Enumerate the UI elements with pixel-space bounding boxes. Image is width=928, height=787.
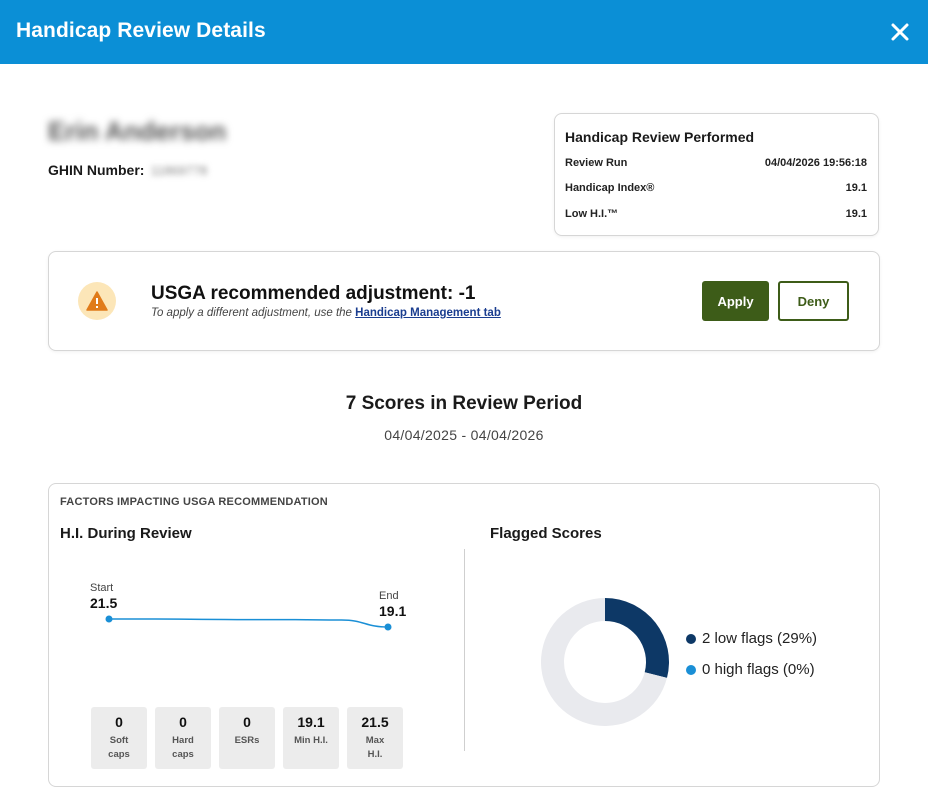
hi-line-chart: Start 21.5 End 19.1	[90, 582, 406, 631]
stat-label: Min H.I.	[294, 735, 328, 746]
end-value: 19.1	[379, 603, 406, 619]
modal-header: Handicap Review Details	[0, 0, 928, 64]
stat-max-hi: 21.5 Max H.I.	[347, 707, 403, 769]
stat-hard-caps: 0 Hard caps	[155, 707, 211, 769]
stat-min-hi: 19.1 Min H.I.	[283, 707, 339, 769]
flags-legend: 2 low flags (29%) 0 high flags (0%)	[686, 630, 817, 692]
handicap-index-label: Handicap Index®	[565, 182, 655, 194]
review-run-row: Review Run 04/04/2026 19:56:18	[565, 157, 867, 169]
review-card-title: Handicap Review Performed	[565, 129, 755, 145]
low-hi-value: 19.1	[845, 208, 867, 220]
start-label: Start	[90, 582, 113, 594]
modal-title: Handicap Review Details	[16, 19, 266, 42]
end-point	[384, 623, 392, 631]
stat-esrs: 0 ESRs	[219, 707, 275, 769]
legend-dot-high	[686, 664, 696, 675]
handicap-management-link[interactable]: Handicap Management tab	[355, 307, 501, 319]
hi-during-review-title: H.I. During Review	[60, 525, 192, 542]
flagged-scores-title: Flagged Scores	[490, 525, 602, 542]
legend-low-text: 2 low flags (29%)	[702, 630, 818, 647]
stat-soft-caps: 0 Soft caps	[91, 707, 147, 769]
low-hi-row: Low H.I.™ 19.1	[565, 208, 867, 220]
deny-button[interactable]: Deny	[778, 281, 849, 321]
warning-icon	[78, 282, 116, 320]
legend-high-text: 0 high flags (0%)	[702, 661, 815, 678]
section-divider	[464, 549, 465, 751]
adjustment-title: USGA recommended adjustment: -1	[151, 283, 476, 304]
start-point	[105, 615, 113, 623]
scores-heading: 7 Scores in Review Period	[345, 393, 583, 414]
low-hi-label: Low H.I.™	[565, 208, 619, 220]
ghin-value: 11869778	[150, 162, 208, 178]
stat-label: ESRs	[234, 735, 260, 746]
start-value: 21.5	[90, 595, 117, 611]
apply-button[interactable]: Apply	[702, 281, 769, 321]
ghin-label: GHIN Number:	[48, 162, 145, 178]
legend-dot-low	[686, 633, 696, 644]
adjustment-subtitle: To apply a different adjustment, use the…	[151, 307, 501, 319]
stat-label: Hard caps	[172, 735, 194, 760]
end-label: End	[379, 590, 399, 602]
stat-value: 19.1	[297, 714, 325, 730]
stat-value: 21.5	[361, 714, 389, 730]
stat-value: 0	[179, 714, 187, 730]
stat-value: 0	[115, 714, 123, 730]
golfer-name: Erin Anderson	[48, 116, 227, 146]
ghin-row: GHIN Number: 11869778	[48, 162, 207, 178]
handicap-index-value: 19.1	[845, 182, 867, 194]
flagged-scores-donut	[541, 598, 669, 726]
close-button[interactable]	[886, 18, 914, 46]
adjustment-subtitle-text: To apply a different adjustment, use the	[151, 307, 356, 319]
stats-row: 0 Soft caps 0 Hard caps 0 ESRs 19.1 Min H.…	[91, 707, 403, 769]
hi-series-line	[109, 618, 389, 628]
handicap-index-row: Handicap Index® 19.1	[565, 182, 867, 194]
donut-slice-0	[605, 598, 669, 678]
stat-label: Max H.I.	[365, 735, 385, 760]
close-icon[interactable]	[886, 18, 914, 46]
factors-title: FACTORS IMPACTING USGA RECOMMENDATION	[60, 496, 328, 508]
review-card: Handicap Review Performed Review Run 04/…	[554, 113, 879, 236]
legend-low-flags: 2 low flags (29%)	[686, 630, 817, 647]
legend-high-flags: 0 high flags (0%)	[686, 661, 817, 678]
factors-card: FACTORS IMPACTING USGA RECOMMENDATION H.…	[48, 483, 880, 787]
stat-value: 0	[243, 714, 251, 730]
stat-label: Soft caps	[108, 735, 130, 760]
review-run-label: Review Run	[565, 157, 628, 169]
scores-date-range: 04/04/2025 - 04/04/2026	[384, 427, 544, 443]
adjustment-card: USGA recommended adjustment: -1 To apply…	[48, 251, 880, 351]
review-run-value: 04/04/2026 19:56:18	[764, 157, 867, 169]
